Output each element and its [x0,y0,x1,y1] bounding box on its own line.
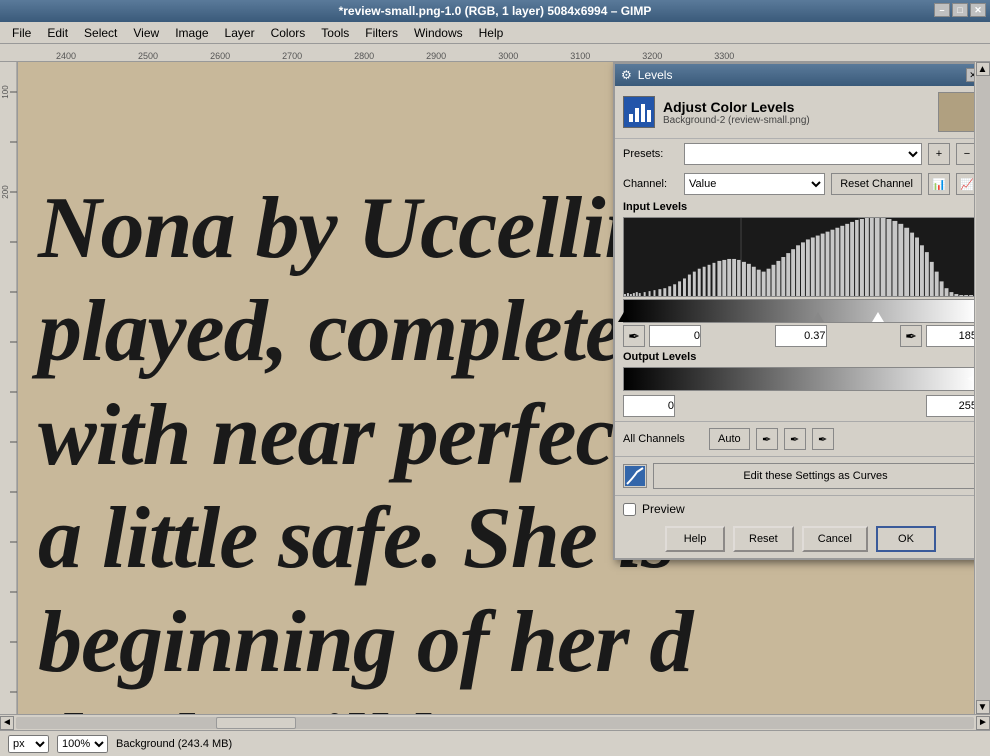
output-levels-label: Output Levels [615,349,974,365]
bottom-buttons: Help Reset Cancel OK [615,520,974,558]
status-bar: px mm in 100% 50% 200% Background (243.4… [0,730,990,756]
maximize-button[interactable]: □ [952,3,968,17]
menu-select[interactable]: Select [76,24,125,42]
separator-2 [615,456,974,457]
input-levels-label: Input Levels [615,199,974,215]
title-bar: *review-small.png-1.0 (RGB, 1 layer) 508… [0,0,990,22]
minimize-button[interactable]: – [934,3,950,17]
levels-header-icon [623,96,655,128]
levels-thumbnail [938,92,974,132]
separator-1 [615,421,974,422]
output-white-input[interactable] [926,395,974,417]
status-info: Background (243.4 MB) [116,738,232,750]
menu-edit[interactable]: Edit [39,24,76,42]
presets-select[interactable] [684,143,922,165]
preview-checkbox[interactable] [623,503,636,516]
white-eyedropper-button[interactable]: ✒ [900,325,922,347]
ruler-vertical: 100 200 [0,62,18,714]
all-black-eyedropper[interactable]: ✒ [756,428,778,450]
menu-file[interactable]: File [4,24,39,42]
menu-image[interactable]: Image [167,24,216,42]
all-channels-label: All Channels [623,433,703,445]
auto-button[interactable]: Auto [709,428,750,450]
preview-row: Preview [615,498,974,520]
levels-header: Adjust Color Levels Background-2 (review… [615,86,974,139]
levels-dialog-title: Levels [638,68,673,82]
log-histogram-button[interactable]: 📈 [956,173,974,195]
menu-layer[interactable]: Layer [217,24,263,42]
presets-row: Presets: + − [615,139,974,169]
input-values-row: ✒ ✒ [615,323,974,349]
scroll-thumb[interactable] [16,717,974,729]
reset-button[interactable]: Reset [733,526,794,552]
scroll-down-button[interactable]: ▼ [976,700,990,714]
menu-tools[interactable]: Tools [313,24,357,42]
menu-bar: File Edit Select View Image Layer Colors… [0,22,990,44]
separator-3 [615,495,974,496]
canvas-area: Nona by Uccellin played, complete with n… [18,62,974,714]
menu-filters[interactable]: Filters [357,24,406,42]
cancel-button[interactable]: Cancel [802,526,868,552]
histogram-svg [624,218,974,296]
menu-windows[interactable]: Windows [406,24,471,42]
edit-curves-row: Edit these Settings as Curves [615,459,974,493]
levels-main-title: Adjust Color Levels [663,99,930,115]
zoom-select[interactable]: 100% 50% 200% [57,735,108,753]
output-gradient: ◄ [623,367,974,391]
menu-help[interactable]: Help [471,24,512,42]
levels-title-icon: ⚙ [621,68,632,82]
ruler-horizontal: 2400 2500 2600 2700 2800 2900 3000 3100 … [0,44,990,62]
mid-input[interactable] [775,325,827,347]
curves-icon [623,464,647,488]
mid-point-slider[interactable] [812,312,824,322]
levels-sub-title: Background-2 (review-small.png) [663,115,930,126]
presets-remove-button[interactable]: − [956,143,974,165]
title-bar-buttons: – □ ✕ [934,3,986,17]
channel-row: Channel: Value Red Green Blue Alpha Rese… [615,169,974,199]
all-white-eyedropper[interactable]: ✒ [812,428,834,450]
main-area: 100 200 Nona by Uccellin played, complet… [0,62,990,714]
menu-colors[interactable]: Colors [263,24,314,42]
output-black-input[interactable] [623,395,675,417]
output-values-row [615,393,974,419]
window-title: *review-small.png-1.0 (RGB, 1 layer) 508… [339,4,652,18]
reset-channel-button[interactable]: Reset Channel [831,173,922,195]
help-button[interactable]: Help [665,526,725,552]
levels-dialog: ⚙ Levels ✕ Adjust Co [613,62,974,560]
preview-label[interactable]: Preview [642,502,685,516]
black-point-slider[interactable] [618,312,630,322]
scroll-right-button[interactable]: ► [976,716,990,730]
black-eyedropper-button[interactable]: ✒ [623,325,645,347]
histogram-container [623,217,974,297]
scroll-up-button[interactable]: ▲ [976,62,990,76]
all-channels-row: All Channels Auto ✒ ✒ ✒ [615,424,974,454]
output-right-marker: ◄ [965,374,974,385]
unit-select[interactable]: px mm in [8,735,49,753]
scroll-bottom[interactable]: ◄ ► [0,714,990,730]
black-input[interactable] [649,325,701,347]
svg-text:200: 200 [1,185,10,199]
white-point-slider[interactable] [872,312,884,322]
scroll-right[interactable]: ▲ ▼ [974,62,990,714]
ok-button[interactable]: OK [876,526,936,552]
scroll-left-button[interactable]: ◄ [0,716,14,730]
scroll-track[interactable] [976,76,990,700]
channel-label: Channel: [623,178,678,190]
levels-titlebar: ⚙ Levels ✕ [615,64,974,86]
scroll-handle[interactable] [216,717,296,729]
menu-view[interactable]: View [125,24,167,42]
presets-add-button[interactable]: + [928,143,950,165]
input-slider-area[interactable] [623,299,974,323]
linear-histogram-button[interactable]: 📊 [928,173,950,195]
all-gray-eyedropper[interactable]: ✒ [784,428,806,450]
white-input[interactable] [926,325,974,347]
close-button[interactable]: ✕ [970,3,986,17]
presets-label: Presets: [623,148,678,160]
levels-close-button[interactable]: ✕ [966,68,974,82]
edit-curves-button[interactable]: Edit these Settings as Curves [653,463,974,489]
svg-text:100: 100 [1,85,10,99]
channel-select[interactable]: Value Red Green Blue Alpha [684,173,825,195]
